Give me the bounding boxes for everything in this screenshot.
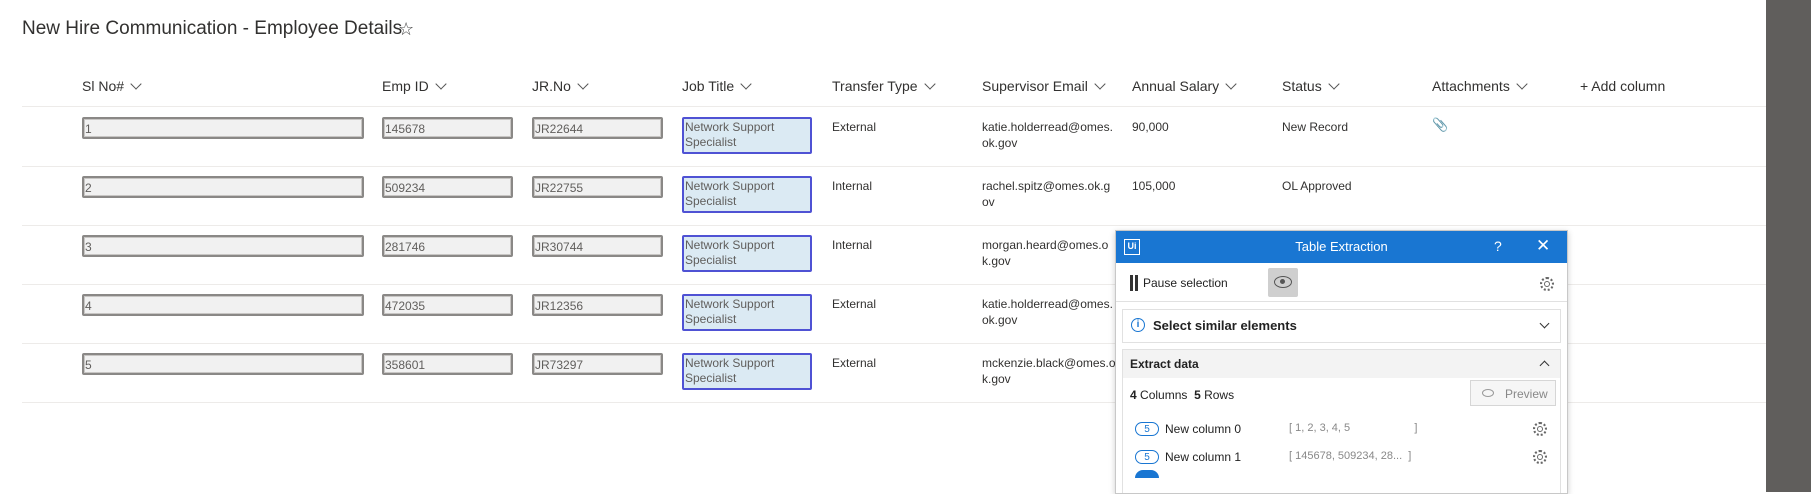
column-header-attachments[interactable]: Attachments [1432, 70, 1528, 106]
eye-icon [1274, 276, 1292, 288]
status-cell: New Record [1282, 120, 1349, 134]
chevron-down-icon [1094, 78, 1106, 90]
add-column-button[interactable]: + Add column [1580, 70, 1665, 106]
emp-id-cell[interactable]: 472035 [382, 294, 513, 316]
annual-salary-cell: 90,000 [1132, 120, 1169, 134]
select-similar-label: Select similar elements [1153, 318, 1297, 333]
chevron-down-icon [435, 78, 447, 90]
emp-id-cell[interactable]: 358601 [382, 353, 513, 375]
column-header-job-title[interactable]: Job Title [682, 70, 752, 106]
gear-icon[interactable] [1533, 450, 1547, 464]
supervisor-email-cell[interactable]: mckenzie.black@omes.o k.gov [982, 355, 1116, 387]
value-count-badge: 5 [1135, 450, 1159, 464]
column-header-jr-no[interactable]: JR.No [532, 70, 589, 106]
supervisor-email-cell[interactable]: rachel.spitz@omes.ok.g ov [982, 178, 1110, 210]
jr-no-cell[interactable]: JR30744 [532, 235, 663, 257]
job-title-cell[interactable]: Network Support Specialist [682, 353, 812, 390]
value-count-badge [1135, 470, 1159, 478]
star-icon[interactable]: ☆ [398, 19, 414, 40]
chevron-down-icon [1516, 78, 1528, 90]
help-button[interactable]: ? [1494, 238, 1502, 254]
extract-data-header[interactable]: Extract data [1123, 350, 1560, 378]
supervisor-email-cell[interactable]: katie.holderread@omes. ok.gov [982, 119, 1113, 151]
table-extraction-panel: Ui Table Extraction ? ✕ Pause selection … [1115, 230, 1568, 494]
extract-data-label: Extract data [1130, 357, 1199, 371]
jr-no-cell[interactable]: JR73297 [532, 353, 663, 375]
transfer-type-cell: Internal [832, 179, 873, 193]
chevron-down-icon[interactable] [1539, 318, 1550, 329]
gear-icon[interactable] [1540, 277, 1554, 291]
extracted-column-row[interactable]: 5 New column 1 [ 145678, 509234, 28... ] [1123, 444, 1560, 478]
chevron-down-icon [923, 78, 936, 90]
column-header-annual-salary[interactable]: Annual Salary [1132, 70, 1237, 106]
paperclip-icon[interactable]: 📎 [1432, 117, 1448, 133]
job-title-cell[interactable]: Network Support Specialist [682, 294, 812, 331]
status-cell: OL Approved [1282, 179, 1352, 193]
transfer-type-cell: External [832, 120, 877, 134]
sl-no-cell[interactable]: 2 [82, 176, 364, 198]
supervisor-email-cell[interactable]: morgan.heard@omes.o k.gov [982, 237, 1108, 269]
column-header-transfer-type[interactable]: Transfer Type [832, 70, 936, 106]
sl-no-cell[interactable]: 5 [82, 353, 364, 375]
transfer-type-cell: External [832, 356, 877, 370]
jr-no-cell[interactable]: JR22644 [532, 117, 663, 139]
chevron-down-icon [740, 78, 752, 90]
sl-no-cell[interactable]: 1 [82, 117, 364, 139]
jr-no-cell[interactable]: JR12356 [532, 294, 663, 316]
pause-icon[interactable] [1130, 275, 1139, 291]
column-header-supervisor-email[interactable]: Supervisor Email [982, 70, 1106, 106]
chevron-down-icon [1328, 78, 1340, 90]
column-values: [ 1, 2, 3, 4, 5 ] [1289, 422, 1418, 434]
column-header-sl-no[interactable]: Sl No# [82, 70, 142, 106]
column-name[interactable]: New column 1 [1165, 450, 1241, 464]
extraction-counts: 4 Columns 5 Rows [1130, 388, 1235, 402]
pause-selection-button[interactable]: Pause selection [1143, 276, 1228, 290]
sl-no-cell[interactable]: 4 [82, 294, 364, 316]
column-header-status[interactable]: Status [1282, 70, 1340, 106]
table-row[interactable]: 2 509234 JR22755 Network Support Speciali… [22, 166, 1767, 226]
job-title-cell[interactable]: Network Support Specialist [682, 235, 812, 272]
column-header-emp-id[interactable]: Emp ID [382, 70, 447, 106]
emp-id-cell[interactable]: 509234 [382, 176, 513, 198]
extracted-column-row[interactable]: 5 New column 0 [ 1, 2, 3, 4, 5 ] [1123, 416, 1560, 444]
supervisor-email-cell[interactable]: katie.holderread@omes. ok.gov [982, 296, 1113, 328]
job-title-cell[interactable]: Network Support Specialist [682, 117, 812, 154]
chevron-up-icon[interactable] [1539, 360, 1550, 371]
jr-no-cell[interactable]: JR22755 [532, 176, 663, 198]
table-row[interactable]: 1 145678 JR22644 Network Support Speciali… [22, 107, 1767, 167]
gear-icon[interactable] [1533, 422, 1547, 436]
transfer-type-cell: Internal [832, 238, 873, 252]
chevron-down-icon [130, 78, 142, 90]
panel-titlebar[interactable]: Ui Table Extraction ? ✕ [1116, 231, 1567, 263]
column-values: [ 145678, 509234, 28... ] [1289, 450, 1412, 462]
select-similar-section[interactable]: i Select similar elements [1122, 309, 1561, 343]
column-name[interactable]: New column 0 [1165, 422, 1241, 436]
toggle-visibility-button[interactable] [1268, 268, 1298, 297]
sl-no-cell[interactable]: 3 [82, 235, 364, 257]
emp-id-cell[interactable]: 145678 [382, 117, 513, 139]
annual-salary-cell: 105,000 [1132, 179, 1176, 193]
chevron-down-icon [577, 78, 589, 90]
transfer-type-cell: External [832, 297, 877, 311]
right-side-strip [1766, 0, 1811, 492]
page-title: New Hire Communication - Employee Detail… [22, 18, 403, 39]
extract-data-section: Extract data 4 Columns 5 Rows Preview 5 … [1122, 349, 1561, 493]
chevron-down-icon [1225, 78, 1237, 90]
eye-icon [1482, 389, 1494, 397]
emp-id-cell[interactable]: 281746 [382, 235, 513, 257]
close-button[interactable]: ✕ [1536, 236, 1550, 256]
info-icon: i [1131, 318, 1145, 332]
preview-button[interactable]: Preview [1470, 380, 1556, 406]
job-title-cell[interactable]: Network Support Specialist [682, 176, 812, 213]
value-count-badge: 5 [1135, 422, 1159, 436]
